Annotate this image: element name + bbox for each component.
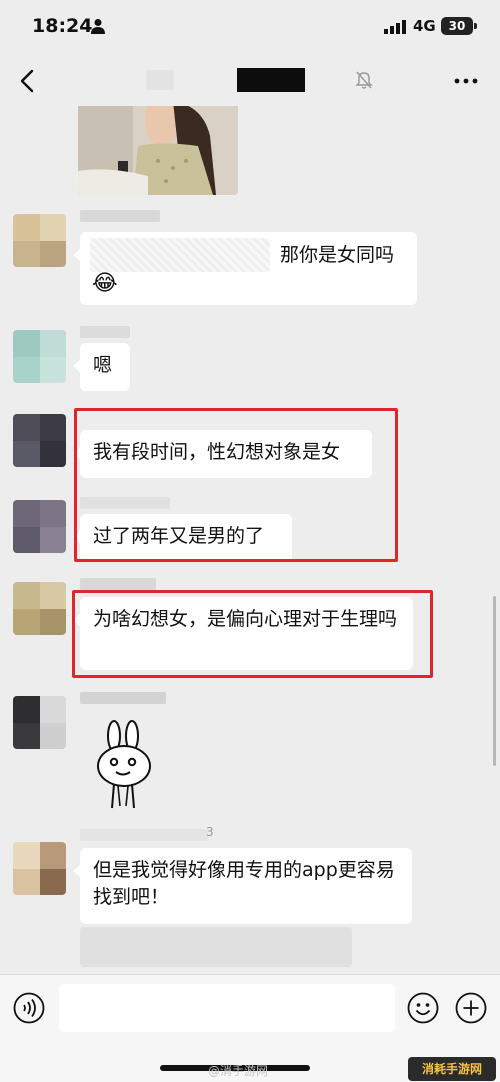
more-dots-icon[interactable] (452, 69, 480, 93)
chevron-left-icon[interactable] (10, 63, 46, 99)
message-bubble[interactable]: 但是我觉得好像用专用的app更容易找到吧！ (73, 848, 412, 924)
avatar[interactable] (13, 500, 66, 553)
message-text: 嗯 (93, 354, 113, 376)
avatar[interactable] (13, 214, 66, 267)
rabbit-sticker[interactable] (94, 720, 158, 812)
redacted-text (90, 238, 270, 272)
photo-image (78, 106, 238, 195)
plus-icon[interactable] (455, 992, 487, 1024)
avatar[interactable] (13, 582, 66, 635)
chat-header (0, 56, 500, 106)
status-time: 18:24 (32, 15, 93, 37)
emoji-icon[interactable] (407, 992, 439, 1024)
message-input[interactable] (59, 984, 395, 1032)
sender-name-fragment: 3 (206, 825, 214, 839)
sender-name-blurred (80, 829, 208, 841)
highlight-box (72, 590, 433, 678)
chat-title-blurred (146, 70, 174, 90)
bell-off-icon (355, 71, 373, 89)
chat-title-redacted (237, 68, 305, 92)
scrollbar[interactable] (493, 596, 496, 766)
message-text: 那你是女同吗 (280, 244, 395, 266)
message-bubble[interactable]: 那你是女同吗 😂 (73, 232, 417, 305)
shared-photo[interactable] (78, 106, 238, 195)
message-input-bar: @消手游网 消耗手游网 (0, 974, 500, 1082)
sender-name-blurred (80, 326, 130, 338)
laughing-emoji-icon: 😂 (92, 271, 118, 296)
signal-icon (384, 20, 406, 34)
voice-icon[interactable] (13, 992, 45, 1024)
message-text: 但是我觉得好像用专用的app更容易找到吧！ (93, 859, 395, 908)
avatar[interactable] (13, 414, 66, 467)
message-bubble[interactable]: 嗯 (73, 343, 130, 391)
avatar[interactable] (13, 842, 66, 895)
network-label: 4G (413, 17, 436, 35)
partial-message-bubble[interactable] (80, 927, 352, 967)
status-bar: 18:24 4G 30 (0, 0, 500, 56)
chat-message-list[interactable]: 那你是女同吗 😂 嗯 我有段时间，性幻想对象是女 过了两年又是男的了 为啥幻想女… (0, 106, 500, 974)
watermark-text: @消手游网 (208, 1064, 269, 1078)
highlight-box (74, 408, 398, 562)
watermark-logo: 消耗手游网 (408, 1057, 496, 1081)
sender-name-blurred (80, 692, 166, 704)
battery-indicator: 30 (441, 17, 477, 35)
sender-name-blurred (80, 210, 160, 222)
avatar[interactable] (13, 696, 66, 749)
sender-name-blurred (80, 578, 156, 590)
person-icon (91, 19, 105, 34)
avatar[interactable] (13, 330, 66, 383)
